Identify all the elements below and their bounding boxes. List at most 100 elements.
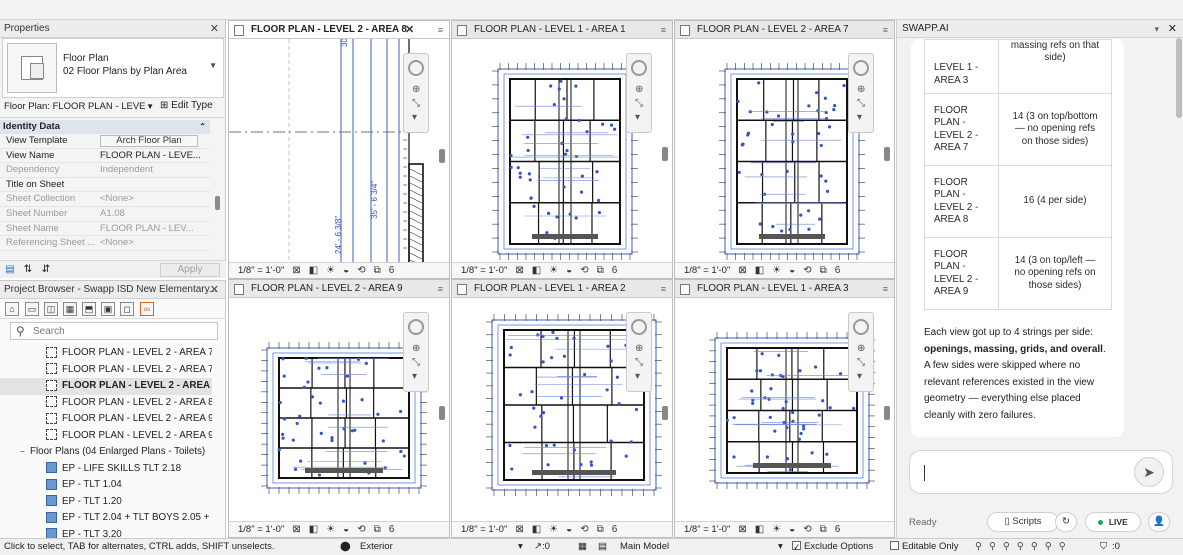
- filter-icon[interactable]: ◻: [120, 302, 134, 316]
- detail-level-icon[interactable]: ⊠: [292, 522, 300, 537]
- crop-region-icon[interactable]: ⧉: [597, 263, 604, 278]
- chevron-down-icon[interactable]: ▾: [412, 112, 417, 123]
- steering-wheel-icon[interactable]: [631, 60, 647, 76]
- chevron-down-icon[interactable]: ▾: [412, 371, 417, 382]
- plan-drawing[interactable]: [492, 63, 638, 260]
- view-tab[interactable]: FLOOR PLAN - LEVEL 2 - AREA 8 ✕ ≡: [229, 21, 449, 39]
- chevron-down-icon[interactable]: ▾: [857, 371, 862, 382]
- scroll-thumb[interactable]: [662, 406, 668, 420]
- zoom-icon[interactable]: ⊕: [635, 84, 643, 95]
- sun-path-icon[interactable]: ☀: [549, 522, 558, 537]
- scroll-thumb[interactable]: [439, 406, 445, 420]
- chevron-down-icon[interactable]: ▼: [146, 102, 154, 111]
- message-composer[interactable]: ➤: [909, 450, 1173, 494]
- property-row[interactable]: Sheet Number A1.08: [0, 207, 210, 222]
- sheet-icon[interactable]: ▭: [25, 302, 39, 316]
- chevron-down-icon[interactable]: ▾: [635, 112, 640, 123]
- sun-path-icon[interactable]: ☀: [549, 263, 558, 278]
- zoom-extents-icon[interactable]: ⤡: [412, 98, 420, 109]
- steering-wheel-icon[interactable]: [631, 319, 647, 335]
- view-menu-icon[interactable]: ≡: [661, 280, 666, 298]
- zoom-icon[interactable]: ⊕: [412, 84, 420, 95]
- view-tab[interactable]: FLOOR PLAN - LEVEL 1 - AREA 1 ≡: [452, 21, 672, 39]
- navigation-bar[interactable]: ⊕ ⤡ ▾: [626, 53, 652, 133]
- refresh-button[interactable]: ↻: [1055, 512, 1077, 532]
- detail-level-icon[interactable]: ⊠: [738, 522, 746, 537]
- design-options-icon[interactable]: ▦: [578, 539, 587, 555]
- sun-path-icon[interactable]: ☀: [326, 522, 335, 537]
- crop-region-icon[interactable]: ⧉: [820, 263, 827, 278]
- steering-wheel-icon[interactable]: [408, 60, 424, 76]
- view-menu-icon[interactable]: ≡: [661, 21, 666, 39]
- browser-item[interactable]: FLOOR PLAN - LEVEL 2 - AREA 7: [0, 345, 212, 362]
- family-icon[interactable]: ⬒: [82, 302, 96, 316]
- sort-za-icon[interactable]: ⇵: [40, 264, 52, 275]
- view-menu-icon[interactable]: ≡: [883, 280, 888, 298]
- navigation-bar[interactable]: ⊕ ⤡ ▾: [403, 53, 429, 133]
- zoom-extents-icon[interactable]: ⤡: [857, 98, 865, 109]
- temporary-hide-icon[interactable]: 6: [612, 522, 618, 537]
- view-window[interactable]: FLOOR PLAN - LEVEL 2 - AREA 7 ≡ ⊕ ⤡ ▾ 1/8" = …: [674, 20, 895, 279]
- editable-only[interactable]: Editable Only: [890, 539, 959, 555]
- view-menu-icon[interactable]: ≡: [883, 21, 888, 39]
- close-icon[interactable]: ✕: [210, 20, 219, 38]
- sun-path-icon[interactable]: ☀: [772, 522, 781, 537]
- sun-path-icon[interactable]: ☀: [326, 263, 335, 278]
- scroll-thumb[interactable]: [439, 149, 445, 163]
- scroll-thumb[interactable]: [662, 147, 668, 161]
- browser-item[interactable]: EP - TLT 1.20: [0, 494, 212, 511]
- sun-path-icon[interactable]: ☀: [772, 263, 781, 278]
- browser-item[interactable]: EP - LIFE SKILLS TLT 2.18: [0, 461, 212, 478]
- temporary-hide-icon[interactable]: 6: [389, 522, 395, 537]
- scroll-thumb[interactable]: [884, 406, 890, 420]
- property-row[interactable]: View Template Arch Floor Plan: [0, 134, 210, 149]
- shadows-icon[interactable]: ◒: [789, 263, 795, 278]
- scroll-thumb[interactable]: [884, 147, 890, 161]
- type-selector[interactable]: Floor Plan 02 Floor Plans by Plan Area ▼: [2, 38, 224, 98]
- categorized-icon[interactable]: ▤: [4, 264, 16, 275]
- property-row[interactable]: View Name FLOOR PLAN - LEVE...: [0, 149, 210, 164]
- browser-item[interactable]: FLOOR PLAN - LEVEL 2 - AREA 7 C: [0, 362, 212, 379]
- link-icon[interactable]: ∞: [140, 302, 154, 316]
- detail-level-icon[interactable]: ⊠: [515, 263, 523, 278]
- view-scale[interactable]: 1/8" = 1'-0": [684, 265, 730, 276]
- visual-style-icon[interactable]: ◧: [755, 522, 764, 537]
- navigation-bar[interactable]: ⊕ ⤡ ▾: [626, 312, 652, 392]
- checkbox-checked-icon[interactable]: [792, 539, 801, 555]
- steering-wheel-icon[interactable]: [853, 60, 869, 76]
- temporary-hide-icon[interactable]: 6: [835, 263, 841, 278]
- steering-wheel-icon[interactable]: [408, 319, 424, 335]
- detail-level-icon[interactable]: ⊠: [292, 263, 300, 278]
- collapse-toggle-icon[interactable]: −: [20, 444, 30, 461]
- browser-scrollbar[interactable]: [214, 343, 224, 539]
- property-row[interactable]: Dependency Independent: [0, 163, 210, 178]
- visual-style-icon[interactable]: ◧: [532, 263, 541, 278]
- scroll-thumb[interactable]: [215, 196, 220, 210]
- view-scale[interactable]: 1/8" = 1'-0": [684, 524, 730, 535]
- view-window[interactable]: FLOOR PLAN - LEVEL 1 - AREA 3 ≡ ⊕ ⤡ ▾ 1/8" = …: [674, 279, 895, 538]
- view-scale[interactable]: 1/8" = 1'-0": [238, 265, 284, 276]
- view-scale[interactable]: 1/8" = 1'-0": [461, 524, 507, 535]
- view-window[interactable]: FLOOR PLAN - LEVEL 1 - AREA 1 ≡ ⊕ ⤡ ▾ 1/8" = …: [451, 20, 673, 279]
- zoom-icon[interactable]: ⊕: [635, 343, 643, 354]
- view-template-button[interactable]: Arch Floor Plan: [100, 135, 198, 147]
- navigation-bar[interactable]: ⊕ ⤡ ▾: [848, 312, 874, 392]
- navigation-bar[interactable]: ⊕ ⤡ ▾: [848, 53, 874, 133]
- view-window[interactable]: FLOOR PLAN - LEVEL 2 - AREA 9 ≡ ⊕ ⤡ ▾ 1/8" = …: [228, 279, 450, 538]
- property-row[interactable]: Title on Sheet: [0, 178, 210, 193]
- view-tab[interactable]: FLOOR PLAN - LEVEL 2 - AREA 9 ≡: [229, 280, 449, 298]
- zoom-extents-icon[interactable]: ⤡: [412, 357, 420, 368]
- view-tab[interactable]: FLOOR PLAN - LEVEL 1 - AREA 3 ≡: [675, 280, 894, 298]
- zoom-extents-icon[interactable]: ⤡: [857, 357, 865, 368]
- view-menu-icon[interactable]: ≡: [438, 280, 443, 298]
- browser-item[interactable]: FLOOR PLAN - LEVEL 2 - AREA 9: [0, 411, 212, 428]
- zoom-icon[interactable]: ⊕: [857, 84, 865, 95]
- close-icon[interactable]: ✕: [405, 21, 414, 39]
- edit-type-button[interactable]: ⊞ Edit Type: [160, 100, 213, 111]
- message-input[interactable]: [922, 465, 1122, 481]
- checkbox-icon[interactable]: [890, 540, 899, 550]
- collapse-icon[interactable]: ⌃: [199, 120, 206, 134]
- view-scale[interactable]: 1/8" = 1'-0": [238, 524, 284, 535]
- temporary-hide-icon[interactable]: 6: [389, 263, 395, 278]
- crop-region-icon[interactable]: ⧉: [820, 522, 827, 537]
